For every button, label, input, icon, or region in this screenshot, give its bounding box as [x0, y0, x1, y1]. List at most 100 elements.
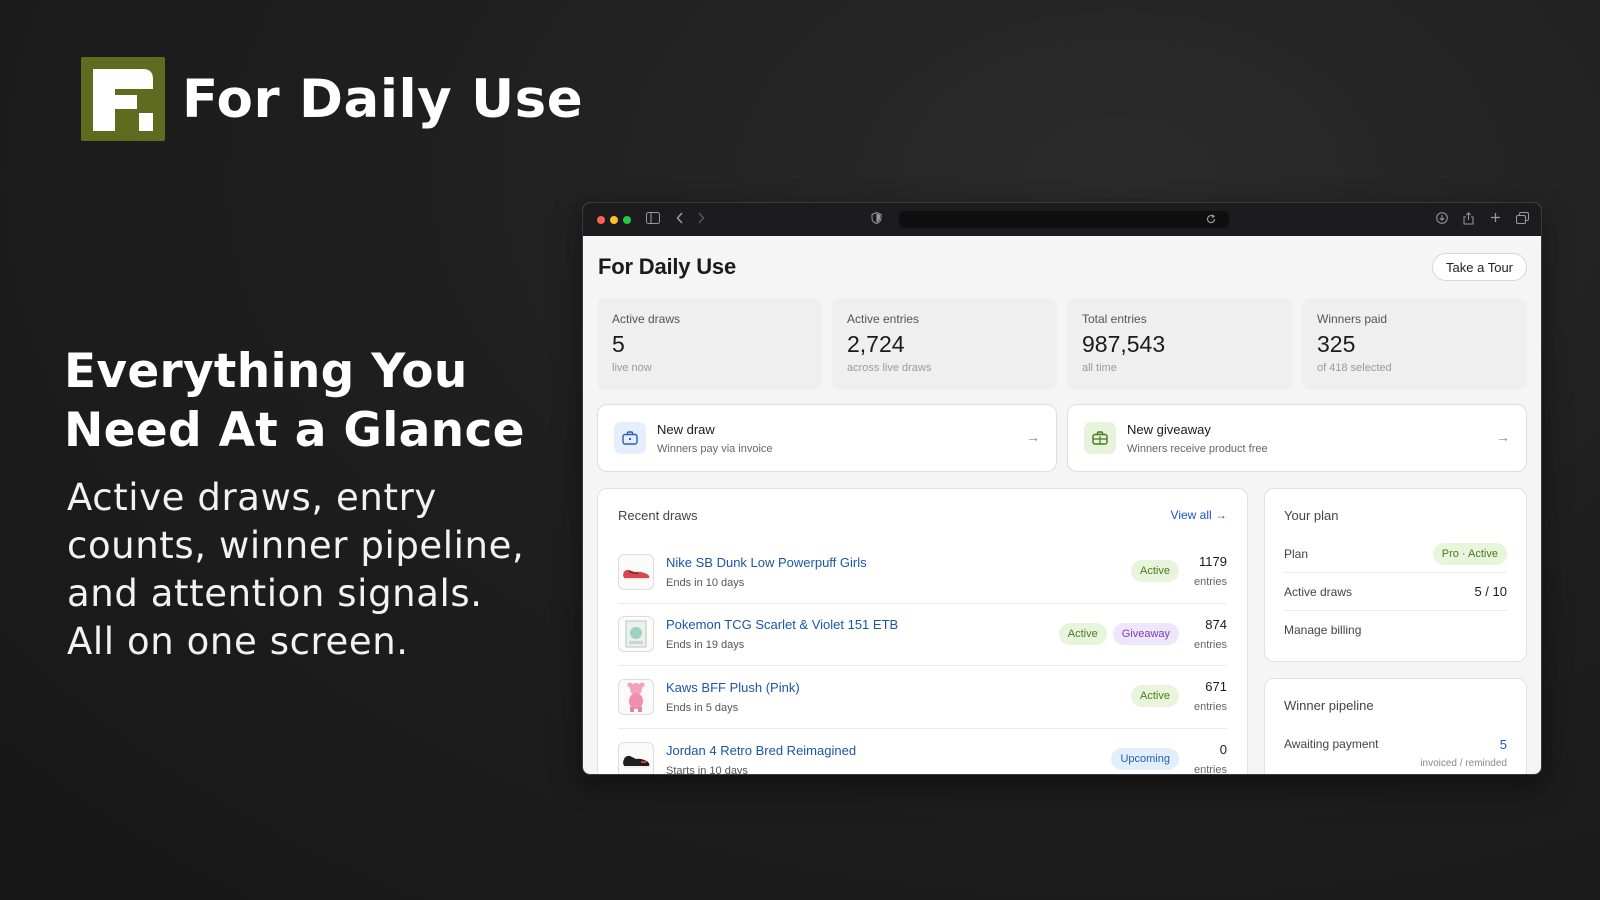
entries-number: 0: [1219, 741, 1227, 757]
brand-header: For Daily Use: [81, 57, 583, 141]
quick-actions: New draw Winners pay via invoice → New g…: [597, 404, 1527, 472]
entries-label: entries: [1193, 576, 1227, 588]
draw-status-text: Ends in 19 days: [666, 639, 745, 652]
active-draws-value: 5 / 10: [1474, 584, 1507, 599]
sidebar-cards: Your plan Plan Pro · Active Active draws…: [1264, 488, 1527, 774]
entries-label: entries: [1193, 701, 1227, 713]
stat-card-active-draws: Active draws 5 live now: [597, 298, 822, 390]
draw-row[interactable]: Nike SB Dunk Low Powerpuff Girls Ends in…: [618, 541, 1227, 604]
badge-group: Active Giveaway: [1058, 622, 1179, 645]
entries-label: entries: [1193, 638, 1227, 651]
active-draws-row: Active draws 5 / 10: [1284, 573, 1507, 611]
dashboard-header: For Daily Use Take a Tour: [597, 236, 1527, 298]
badge-group: Upcoming: [1111, 747, 1179, 770]
draw-info: Nike SB Dunk Low Powerpuff Girls Ends in…: [666, 555, 867, 589]
action-text: New giveaway Winners receive product fre…: [1127, 422, 1268, 455]
sidebar-toggle-icon[interactable]: [646, 212, 660, 227]
maximize-window-button[interactable]: [623, 215, 631, 224]
entries-number: 671: [1205, 679, 1227, 694]
stat-sub: across live draws: [847, 362, 932, 374]
page-title: For Daily Use: [598, 254, 737, 279]
reload-icon[interactable]: [1206, 213, 1216, 227]
active-draws-label: Active draws: [1284, 584, 1353, 599]
arrow-right-icon: →: [1026, 429, 1040, 445]
winner-pipeline-card: Winner pipeline Awaiting payment 5 invoi…: [1264, 678, 1527, 774]
plan-status-badge: Pro · Active: [1432, 542, 1507, 565]
stat-value: 5: [612, 331, 625, 357]
draw-name-link[interactable]: Pokemon TCG Scarlet & Violet 151 ETB: [666, 617, 898, 632]
briefcase-icon: [614, 422, 646, 454]
stat-card-winners-paid: Winners paid 325 of 418 selected: [1302, 298, 1527, 390]
awaiting-payment-count[interactable]: 5: [1500, 737, 1507, 752]
take-a-tour-button[interactable]: Take a Tour: [1432, 253, 1527, 281]
hero-sub-line-2: counts, winner pipeline,: [67, 524, 525, 567]
status-badge: Active: [1131, 685, 1179, 707]
stat-label: Winners paid: [1317, 312, 1388, 326]
plan-label: Plan: [1284, 546, 1309, 561]
draw-name-link[interactable]: Nike SB Dunk Low Powerpuff Girls: [666, 555, 867, 570]
tab-overview-icon[interactable]: [1516, 212, 1529, 227]
hero-title-line-2: Need At a Glance: [64, 403, 525, 458]
view-all-link[interactable]: View all →: [1171, 508, 1227, 522]
stat-sub: live now: [612, 362, 652, 374]
action-title: New draw: [657, 421, 715, 437]
draw-info: Jordan 4 Retro Bred Reimagined Starts in…: [666, 743, 856, 775]
recent-draws-card: Recent draws View all → Nike SB Dunk Low…: [597, 488, 1248, 775]
stat-card-total-entries: Total entries 987,543 all time: [1067, 298, 1292, 390]
stats-row: Active draws 5 live now Active entries 2…: [597, 298, 1527, 390]
action-subtitle: Winners pay via invoice: [657, 442, 773, 455]
entries-label: entries: [1193, 763, 1227, 775]
download-icon[interactable]: [1436, 212, 1448, 227]
plan-row: Plan Pro · Active: [1284, 535, 1507, 573]
new-tab-icon[interactable]: [1490, 212, 1501, 226]
entries-count: 671 entries: [1194, 679, 1227, 713]
new-giveaway-button[interactable]: New giveaway Winners receive product fre…: [1067, 404, 1527, 472]
window-controls: [597, 215, 631, 224]
address-bar[interactable]: [899, 211, 1229, 228]
back-icon[interactable]: [676, 212, 684, 227]
draw-row[interactable]: Kaws BFF Plush (Pink) Ends in 5 days Act…: [618, 666, 1227, 729]
hero-subtitle: Active draws, entry counts, winner pipel…: [67, 474, 564, 666]
stat-sub: all time: [1082, 362, 1117, 374]
hero-sub-line-3: and attention signals.: [67, 572, 483, 615]
dashboard-page: For Daily Use Take a Tour Active draws 5…: [583, 236, 1541, 775]
stat-value: 325: [1317, 331, 1356, 357]
awaiting-payment-row[interactable]: Awaiting payment 5: [1284, 737, 1507, 752]
entries-count: 1179 entries: [1194, 554, 1227, 588]
manage-billing-row[interactable]: Manage billing: [1284, 611, 1507, 649]
browser-toolbar: [583, 203, 1541, 236]
draw-status-text: Ends in 10 days: [666, 576, 745, 589]
new-draw-button[interactable]: New draw Winners pay via invoice →: [597, 404, 1057, 472]
type-badge: Giveaway: [1112, 622, 1179, 645]
draw-name-link[interactable]: Kaws BFF Plush (Pink): [666, 680, 800, 695]
hero-sub-line-4: All on one screen.: [67, 620, 409, 663]
draw-info: Kaws BFF Plush (Pink) Ends in 5 days: [666, 680, 800, 714]
hero-section: Everything You Need At a Glance Active d…: [64, 342, 564, 666]
manage-billing-link[interactable]: Manage billing: [1284, 623, 1361, 637]
shield-icon[interactable]: [871, 211, 882, 227]
minimize-window-button[interactable]: [610, 215, 618, 224]
draw-status-text: Starts in 10 days: [666, 764, 748, 775]
stat-sub: of 418 selected: [1317, 362, 1392, 374]
plush-icon: [618, 678, 654, 715]
share-icon[interactable]: [1463, 212, 1474, 228]
entries-count: 0 entries: [1193, 741, 1227, 775]
badge-group: Active: [1131, 560, 1179, 582]
close-window-button[interactable]: [597, 215, 605, 224]
stat-card-active-entries: Active entries 2,724 across live draws: [832, 298, 1057, 390]
stat-label: Active entries: [847, 312, 920, 326]
stat-label: Total entries: [1082, 312, 1147, 326]
stat-value: 987,543: [1082, 331, 1166, 357]
browser-window: For Daily Use Take a Tour Active draws 5…: [582, 202, 1542, 775]
recent-draws-header: Recent draws View all →: [618, 489, 1227, 541]
pipeline-title: Winner pipeline: [1284, 697, 1374, 713]
draw-row[interactable]: Pokemon TCG Scarlet & Violet 151 ETB End…: [618, 604, 1227, 666]
brand-name: For Daily Use: [182, 68, 584, 130]
action-title: New giveaway: [1127, 421, 1211, 437]
hero-title: Everything You Need At a Glance: [64, 342, 564, 460]
awaiting-payment-label: Awaiting payment: [1284, 737, 1379, 751]
draw-name-link[interactable]: Jordan 4 Retro Bred Reimagined: [666, 743, 856, 758]
forward-icon[interactable]: [697, 212, 705, 227]
lower-section: Recent draws View all → Nike SB Dunk Low…: [597, 488, 1527, 775]
draw-row[interactable]: Jordan 4 Retro Bred Reimagined Starts in…: [618, 729, 1227, 775]
